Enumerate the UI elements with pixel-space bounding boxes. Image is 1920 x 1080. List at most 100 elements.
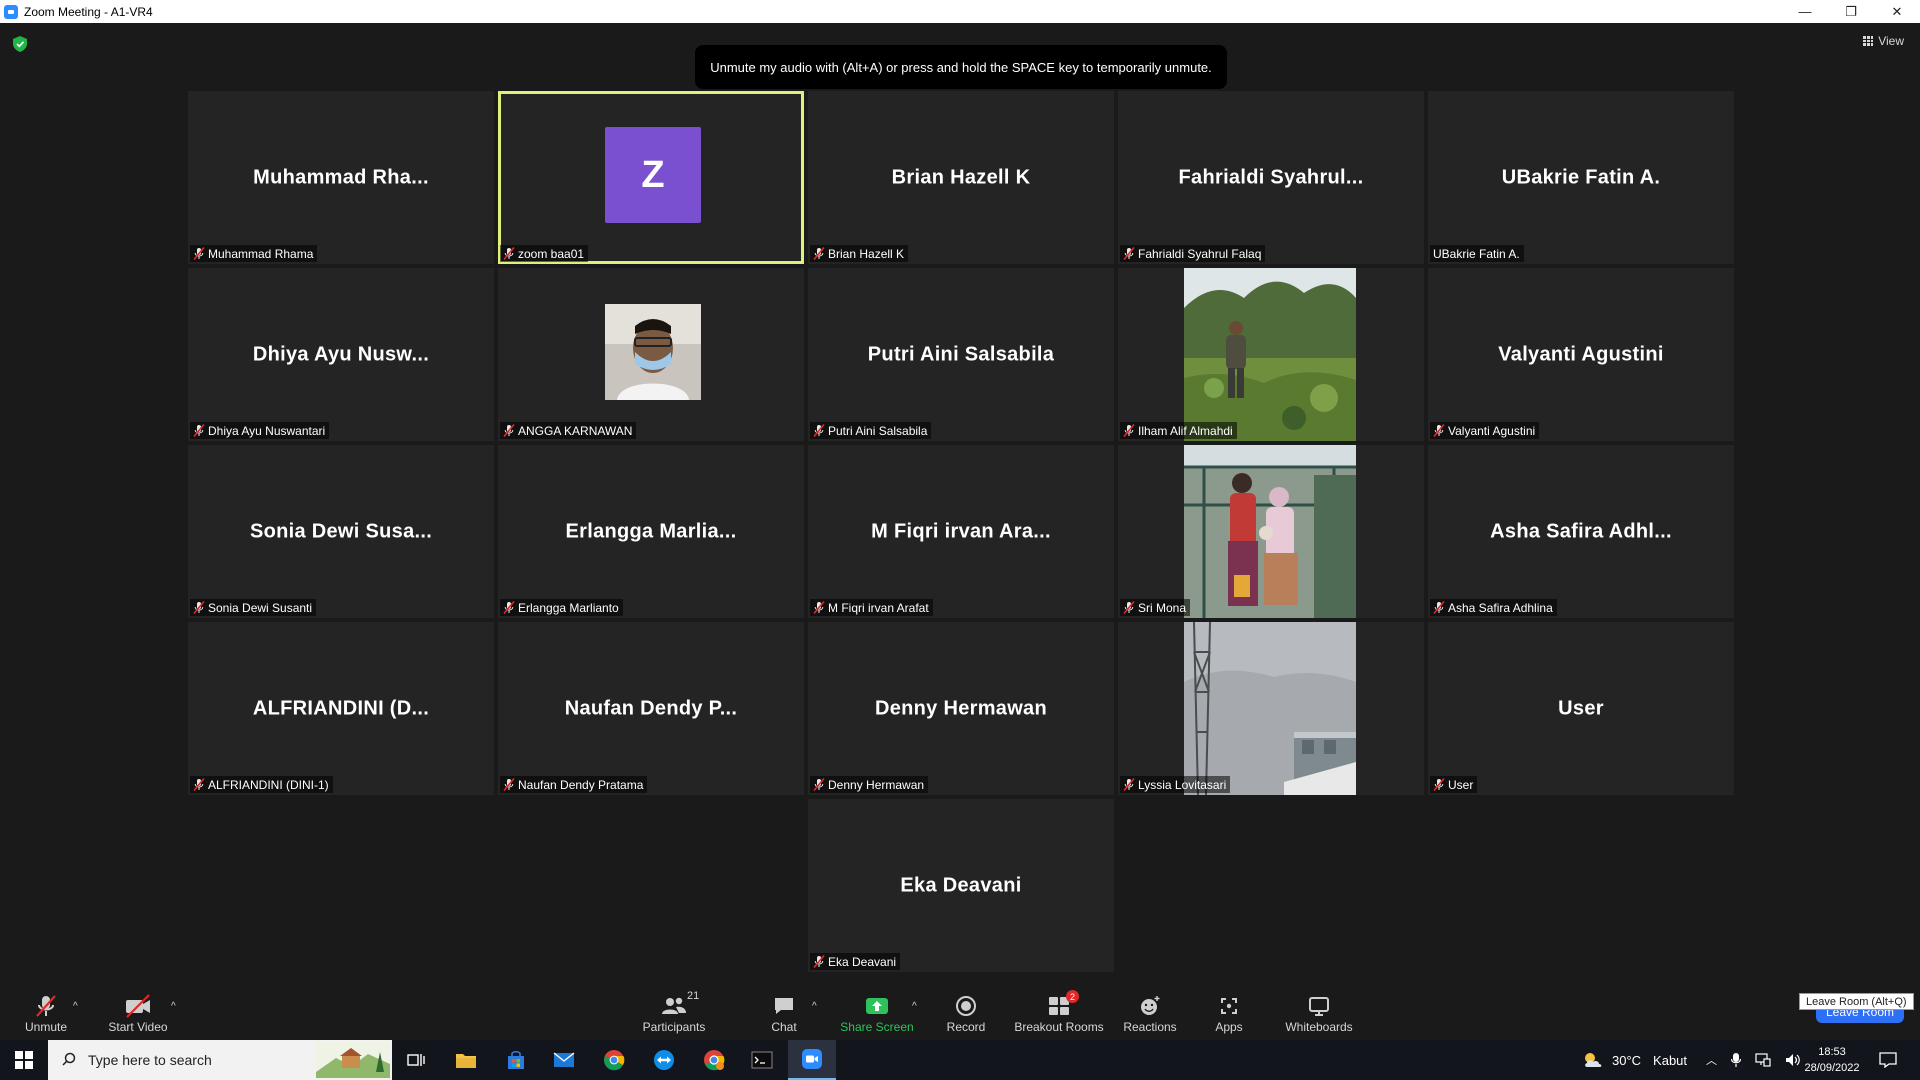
participant-name-label: Ilham Alif Almahdi bbox=[1120, 422, 1237, 439]
participant-tile[interactable]: Putri Aini Salsabila Putri Aini Salsabila bbox=[808, 268, 1114, 441]
start-button[interactable] bbox=[0, 1040, 48, 1080]
search-placeholder: Type here to search bbox=[88, 1052, 212, 1068]
microsoft-store-button[interactable] bbox=[492, 1040, 540, 1080]
participant-tile[interactable]: Sri Mona bbox=[1118, 445, 1424, 618]
share-options-caret-icon[interactable]: ^ bbox=[912, 1001, 917, 1012]
participant-tile[interactable]: Erlangga Marlia... Erlangga Marlianto bbox=[498, 445, 804, 618]
participant-name-label: Asha Safira Adhlina bbox=[1430, 599, 1557, 616]
participant-display-name: Brian Hazell K bbox=[891, 166, 1031, 188]
chrome-profile-button[interactable] bbox=[690, 1040, 738, 1080]
participant-name: ALFRIANDINI (DINI-1) bbox=[208, 777, 329, 792]
participant-name: Muhammad Rhama bbox=[208, 246, 314, 261]
network-icon[interactable] bbox=[1755, 1053, 1771, 1067]
chrome-button[interactable] bbox=[590, 1040, 638, 1080]
participant-tile[interactable]: Zzoom baa01 bbox=[498, 91, 804, 264]
participant-tile[interactable]: Sonia Dewi Susa... Sonia Dewi Susanti bbox=[188, 445, 494, 618]
video-options-caret-icon[interactable]: ^ bbox=[171, 1001, 176, 1012]
muted-mic-icon bbox=[193, 778, 205, 791]
participant-name-label: zoom baa01 bbox=[500, 245, 589, 262]
start-video-button[interactable]: Start Video bbox=[106, 987, 170, 1040]
security-shield-icon[interactable] bbox=[13, 36, 27, 52]
search-icon bbox=[62, 1052, 76, 1066]
participant-tile[interactable]: Naufan Dendy P... Naufan Dendy Pratama bbox=[498, 622, 804, 795]
weather-widget[interactable]: 30°C Kabut bbox=[1582, 1040, 1687, 1080]
participant-tile[interactable]: Denny Hermawan Denny Hermawan bbox=[808, 622, 1114, 795]
participant-tile[interactable]: M Fiqri irvan Ara... M Fiqri irvan Arafat bbox=[808, 445, 1114, 618]
video-gallery: Muhammad Rha... Muhammad Rhama Zzoom baa01… bbox=[188, 91, 1734, 976]
participant-tile[interactable]: Fahrialdi Syahrul... Fahrialdi Syahrul Fa… bbox=[1118, 91, 1424, 264]
muted-mic-icon bbox=[33, 993, 59, 1019]
zoom-taskbar-button[interactable] bbox=[788, 1040, 836, 1080]
chrome-icon bbox=[604, 1050, 625, 1071]
participant-tile[interactable]: Eka Deavani Eka Deavani bbox=[808, 799, 1114, 972]
participant-name-label: Brian Hazell K bbox=[810, 245, 909, 262]
participant-tile[interactable]: Ilham Alif Almahdi bbox=[1118, 268, 1424, 441]
teamviewer-icon bbox=[654, 1050, 674, 1070]
show-hidden-icons-chevron-icon[interactable]: ︿ bbox=[1706, 1052, 1717, 1068]
file-explorer-button[interactable] bbox=[442, 1040, 490, 1080]
record-button[interactable]: Record bbox=[944, 987, 988, 1040]
whiteboards-button[interactable]: Whiteboards bbox=[1282, 987, 1356, 1040]
microphone-icon[interactable] bbox=[1731, 1052, 1741, 1068]
muted-mic-icon bbox=[503, 424, 515, 437]
meeting-area: View Unmute my audio with (Alt+A) or pre… bbox=[0, 23, 1920, 987]
apps-button[interactable]: Apps bbox=[1212, 987, 1246, 1040]
mail-button[interactable] bbox=[540, 1040, 588, 1080]
participant-display-name: ALFRIANDINI (D... bbox=[252, 697, 430, 719]
participant-tile[interactable]: Dhiya Ayu Nusw... Dhiya Ayu Nuswantari bbox=[188, 268, 494, 441]
weather-text: Kabut bbox=[1653, 1052, 1688, 1068]
muted-mic-icon bbox=[1433, 601, 1445, 614]
share-screen-button[interactable]: Share Screen bbox=[840, 987, 914, 1040]
windows-taskbar: Type here to search 30°C Kabut ︿ 18:53 2… bbox=[0, 1040, 1920, 1080]
participant-tile[interactable]: Muhammad Rha... Muhammad Rhama bbox=[188, 91, 494, 264]
window-controls: — ❐ ✕ bbox=[1782, 0, 1920, 23]
reactions-button[interactable]: Reactions bbox=[1122, 987, 1178, 1040]
restore-button[interactable]: ❐ bbox=[1828, 0, 1874, 23]
participant-tile[interactable]: Asha Safira Adhl... Asha Safira Adhlina bbox=[1428, 445, 1734, 618]
muted-mic-icon bbox=[193, 601, 205, 614]
view-button[interactable]: View bbox=[1863, 34, 1904, 48]
clock-time: 18:53 bbox=[1818, 1046, 1846, 1058]
chat-options-caret-icon[interactable]: ^ bbox=[812, 1001, 817, 1012]
participants-button[interactable]: 21 Participants bbox=[640, 987, 708, 1040]
participant-name-label: UBakrie Fatin A. bbox=[1430, 245, 1524, 262]
participant-display-name: UBakrie Fatin A. bbox=[1501, 166, 1661, 188]
participant-name: Brian Hazell K bbox=[828, 246, 905, 261]
muted-mic-icon bbox=[1123, 424, 1135, 437]
grid-view-icon bbox=[1863, 36, 1874, 46]
minimize-button[interactable]: — bbox=[1782, 0, 1828, 23]
participant-tile[interactable]: Brian Hazell K Brian Hazell K bbox=[808, 91, 1114, 264]
participant-tile[interactable]: UBakrie Fatin A. UBakrie Fatin A. bbox=[1428, 91, 1734, 264]
participant-name: Lyssia Lovitasari bbox=[1138, 777, 1227, 792]
muted-mic-icon bbox=[503, 778, 515, 791]
chat-button[interactable]: Chat bbox=[766, 987, 802, 1040]
participant-name-label: Naufan Dendy Pratama bbox=[500, 776, 648, 793]
unmute-button[interactable]: Unmute bbox=[20, 987, 72, 1040]
participant-display-name: Dhiya Ayu Nusw... bbox=[252, 343, 430, 365]
teamviewer-button[interactable] bbox=[640, 1040, 688, 1080]
notifications-button[interactable] bbox=[1868, 1040, 1908, 1080]
terminal-button[interactable] bbox=[738, 1040, 786, 1080]
muted-mic-icon bbox=[813, 955, 825, 968]
participant-tile[interactable]: Valyanti Agustini Valyanti Agustini bbox=[1428, 268, 1734, 441]
participant-name-label: ALFRIANDINI (DINI-1) bbox=[190, 776, 333, 793]
clock-date: 28/09/2022 bbox=[1804, 1062, 1860, 1074]
speaker-icon[interactable] bbox=[1785, 1053, 1801, 1067]
participant-name-label: Putri Aini Salsabila bbox=[810, 422, 932, 439]
breakout-rooms-button[interactable]: 2 Breakout Rooms bbox=[1012, 987, 1106, 1040]
close-button[interactable]: ✕ bbox=[1874, 0, 1920, 23]
participant-tile[interactable]: ANGGA KARNAWAN bbox=[498, 268, 804, 441]
participant-tile[interactable]: ALFRIANDINI (D... ALFRIANDINI (DINI-1) bbox=[188, 622, 494, 795]
task-view-button[interactable] bbox=[392, 1040, 440, 1080]
muted-mic-icon bbox=[503, 247, 515, 260]
audio-options-caret-icon[interactable]: ^ bbox=[73, 1001, 78, 1012]
participant-tile[interactable]: Lyssia Lovitasari bbox=[1118, 622, 1424, 795]
taskbar-search[interactable]: Type here to search bbox=[48, 1040, 392, 1080]
muted-mic-icon bbox=[1123, 778, 1135, 791]
taskbar-clock[interactable]: 18:53 28/09/2022 bbox=[1800, 1044, 1864, 1076]
participant-name-label: Denny Hermawan bbox=[810, 776, 929, 793]
participant-tile[interactable]: User User bbox=[1428, 622, 1734, 795]
apps-icon bbox=[1218, 993, 1240, 1019]
participant-name: Ilham Alif Almahdi bbox=[1138, 423, 1233, 438]
participant-name-label: Erlangga Marlianto bbox=[500, 599, 623, 616]
